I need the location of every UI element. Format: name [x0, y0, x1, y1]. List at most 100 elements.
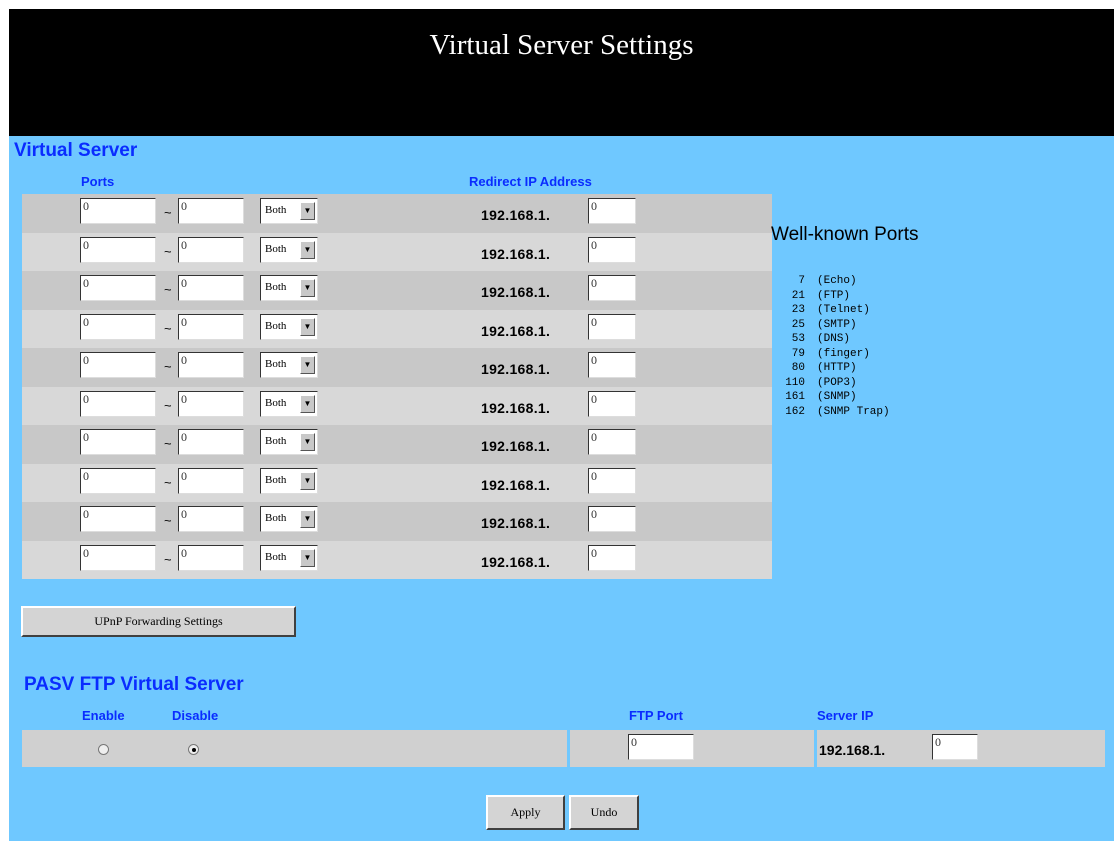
port-end-input[interactable]: 0 [178, 467, 244, 494]
redirect-ip-input[interactable]: 0 [588, 544, 636, 571]
protocol-value: Both [265, 550, 287, 563]
protocol-select[interactable]: Both ▼ [260, 236, 318, 263]
protocol-value: Both [265, 204, 287, 216]
port-end-input[interactable]: 0 [178, 506, 244, 532]
redirect-ip-input[interactable]: 0 [588, 429, 636, 455]
upnp-forwarding-button[interactable]: UPnP Forwarding Settings [21, 606, 296, 637]
server-ip-prefix: 192.168.1. [819, 742, 886, 758]
range-separator: ~ [164, 320, 172, 336]
port-service: (HTTP) [817, 362, 857, 374]
port-start-input[interactable]: 0 [80, 390, 156, 417]
chevron-down-icon[interactable]: ▼ [300, 433, 315, 451]
ftp-port-input[interactable]: 0 [628, 734, 694, 760]
chevron-down-icon[interactable]: ▼ [300, 279, 315, 297]
virtual-server-row: 0 ~0 Both ▼ 192.168.1. 0 [22, 540, 772, 579]
well-known-port-item: 162 (SNMP Trap) [779, 405, 959, 420]
port-start-input[interactable]: 0 [80, 198, 156, 224]
virtual-server-row: 0 ~0 Both ▼ 192.168.1. 0 [22, 348, 772, 387]
well-known-port-item: 161 (SNMP) [779, 390, 959, 405]
virtual-server-title: Virtual Server [14, 140, 138, 161]
chevron-down-icon[interactable]: ▼ [300, 394, 315, 413]
virtual-server-row: 0 ~0 Both ▼ 192.168.1. 0 [22, 425, 772, 464]
ip-prefix: 192.168.1. [481, 438, 551, 454]
virtual-server-table: 0 ~0 Both ▼ 192.168.1. 0 0 ~0 Both ▼ 192.168.1. 0 0 ~… [22, 194, 772, 579]
port-service: (SNMP) [817, 391, 857, 403]
ip-prefix: 192.168.1. [481, 284, 551, 300]
redirect-ip-input[interactable]: 0 [588, 275, 636, 301]
enable-header: Enable [82, 708, 125, 723]
redirect-ip-input[interactable]: 0 [588, 390, 636, 417]
apply-button[interactable]: Apply [486, 795, 565, 830]
range-separator: ~ [164, 436, 172, 451]
port-number: 161 [785, 391, 805, 403]
ip-prefix: 192.168.1. [481, 399, 551, 416]
well-known-ports-title: Well-known Ports [771, 224, 919, 245]
port-end-input[interactable]: 0 [178, 236, 244, 263]
chevron-down-icon[interactable]: ▼ [300, 202, 315, 220]
protocol-select[interactable]: Both ▼ [260, 467, 318, 494]
range-separator: ~ [164, 551, 172, 567]
protocol-select[interactable]: Both ▼ [260, 313, 318, 340]
port-service: (SNMP Trap) [817, 405, 890, 418]
protocol-select[interactable]: Both ▼ [260, 198, 318, 224]
virtual-server-row: 0 ~0 Both ▼ 192.168.1. 0 [22, 271, 772, 310]
chevron-down-icon[interactable]: ▼ [300, 240, 315, 259]
well-known-port-item: 23 (Telnet) [779, 303, 959, 318]
pasv-ftp-title: PASV FTP Virtual Server [24, 674, 244, 695]
port-start-input[interactable]: 0 [80, 506, 156, 532]
server-ip-input[interactable]: 0 [932, 734, 978, 760]
redirect-ip-input[interactable]: 0 [588, 506, 636, 532]
undo-button[interactable]: Undo [569, 795, 639, 830]
chevron-down-icon[interactable]: ▼ [300, 317, 315, 336]
port-end-input[interactable]: 0 [178, 390, 244, 417]
port-service: (SMTP) [817, 318, 857, 331]
range-separator: ~ [164, 474, 172, 490]
protocol-select[interactable]: Both ▼ [260, 390, 318, 417]
protocol-select[interactable]: Both ▼ [260, 275, 318, 301]
port-end-input[interactable]: 0 [178, 275, 244, 301]
port-start-input[interactable]: 0 [80, 236, 156, 263]
ip-prefix: 192.168.1. [481, 245, 551, 262]
protocol-select[interactable]: Both ▼ [260, 352, 318, 378]
protocol-select[interactable]: Both ▼ [260, 429, 318, 455]
chevron-down-icon[interactable]: ▼ [300, 471, 315, 490]
redirect-ip-input[interactable]: 0 [588, 313, 636, 340]
well-known-port-item: 80 (HTTP) [779, 361, 959, 376]
redirect-ip-input[interactable]: 0 [588, 236, 636, 263]
protocol-select[interactable]: Both ▼ [260, 544, 318, 571]
port-end-input[interactable]: 0 [178, 198, 244, 224]
chevron-down-icon[interactable]: ▼ [300, 356, 315, 374]
enable-radio[interactable] [98, 744, 109, 755]
port-end-input[interactable]: 0 [178, 313, 244, 340]
protocol-value: Both [265, 281, 287, 293]
port-start-input[interactable]: 0 [80, 467, 156, 494]
port-end-input[interactable]: 0 [178, 352, 244, 378]
well-known-port-item: 110 (POP3) [779, 376, 959, 391]
ip-prefix: 192.168.1. [481, 207, 551, 223]
ip-prefix: 192.168.1. [481, 553, 551, 570]
disable-radio[interactable] [188, 744, 199, 755]
protocol-value: Both [265, 512, 287, 524]
port-start-input[interactable]: 0 [80, 275, 156, 301]
port-service: (finger) [817, 347, 870, 360]
port-number: 162 [785, 405, 805, 418]
redirect-ip-input[interactable]: 0 [588, 198, 636, 224]
port-start-input[interactable]: 0 [80, 429, 156, 455]
server-ip-cell: 192.168.1. 0 [817, 730, 1105, 767]
chevron-down-icon[interactable]: ▼ [300, 510, 315, 528]
port-end-input[interactable]: 0 [178, 429, 244, 455]
protocol-value: Both [265, 396, 287, 409]
port-service: (FTP) [817, 289, 851, 302]
protocol-value: Both [265, 358, 287, 370]
chevron-down-icon[interactable]: ▼ [300, 548, 315, 567]
port-start-input[interactable]: 0 [80, 313, 156, 340]
protocol-select[interactable]: Both ▼ [260, 506, 318, 532]
redirect-ip-input[interactable]: 0 [588, 467, 636, 494]
port-start-input[interactable]: 0 [80, 544, 156, 571]
port-end-input[interactable]: 0 [178, 544, 244, 571]
ip-prefix: 192.168.1. [481, 322, 551, 339]
virtual-server-row: 0 ~0 Both ▼ 192.168.1. 0 [22, 232, 772, 271]
port-start-input[interactable]: 0 [80, 352, 156, 378]
redirect-ip-input[interactable]: 0 [588, 352, 636, 378]
port-number: 80 [791, 362, 805, 374]
